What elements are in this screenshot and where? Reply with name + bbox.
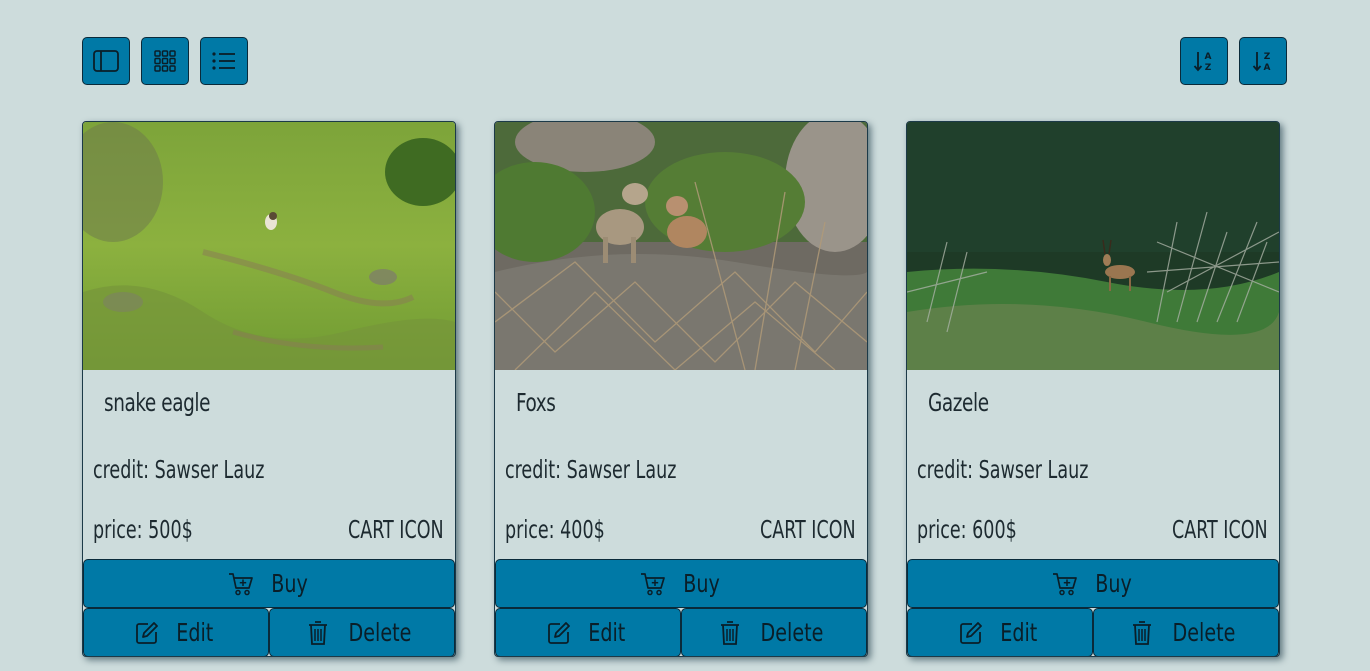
cart-add-icon: [228, 572, 253, 595]
card-title: Foxs: [516, 388, 556, 417]
product-card: snake eagle credit: Sawser Lauz price: 5…: [82, 121, 456, 657]
grid-view-button[interactable]: [141, 37, 189, 85]
view-toolbar: [82, 37, 248, 85]
svg-text:A: A: [1264, 63, 1271, 73]
cart-add-icon: [640, 572, 665, 595]
cart-add-icon: [1052, 572, 1077, 595]
trash-icon: [309, 620, 328, 645]
edit-button[interactable]: Edit: [495, 608, 681, 656]
buy-button[interactable]: Buy: [907, 559, 1279, 608]
sort-ascending-button[interactable]: A Z: [1180, 37, 1228, 85]
delete-button[interactable]: Delete: [269, 608, 455, 656]
delete-button[interactable]: Delete: [681, 608, 867, 656]
card-credit: credit: Sawser Lauz: [917, 455, 1089, 484]
sort-toolbar: A Z Z A: [1180, 37, 1287, 85]
svg-text:Z: Z: [1205, 63, 1212, 73]
grid-view-icon: [154, 50, 176, 72]
edit-label: Edit: [588, 618, 626, 647]
delete-button[interactable]: Delete: [1093, 608, 1279, 656]
delete-label: Delete: [348, 618, 412, 647]
sort-a-z-icon: A Z: [1193, 52, 1212, 73]
edit-icon: [136, 621, 159, 644]
list-view-icon: [212, 52, 235, 70]
edit-label: Edit: [1000, 618, 1038, 647]
cart-icon-label: CART ICON: [1172, 515, 1268, 544]
svg-text:A: A: [1205, 52, 1212, 62]
card-credit: credit: Sawser Lauz: [93, 455, 265, 484]
card-title: snake eagle: [104, 388, 211, 417]
sidebar-view-button[interactable]: [82, 37, 130, 85]
edit-label: Edit: [176, 618, 214, 647]
buy-label: Buy: [1094, 569, 1132, 598]
buy-label: Buy: [682, 569, 720, 598]
sidebar-layout-icon: [93, 50, 119, 72]
edit-icon: [960, 621, 983, 644]
edit-icon: [548, 621, 571, 644]
sort-descending-button[interactable]: Z A: [1239, 37, 1287, 85]
buy-button[interactable]: Buy: [83, 559, 455, 608]
card-price: price: 600$: [917, 515, 1017, 544]
trash-icon: [721, 620, 740, 645]
sort-z-a-icon: Z A: [1252, 52, 1271, 73]
cart-icon-label: CART ICON: [348, 515, 444, 544]
edit-button[interactable]: Edit: [907, 608, 1093, 656]
svg-text:Z: Z: [1264, 52, 1271, 62]
gazelle-image: [907, 122, 1279, 370]
cart-icon-label: CART ICON: [760, 515, 856, 544]
buy-label: Buy: [270, 569, 308, 598]
card-title: Gazele: [928, 388, 989, 417]
list-view-button[interactable]: [200, 37, 248, 85]
product-card: Gazele credit: Sawser Lauz price: 600$ C…: [906, 121, 1280, 657]
delete-label: Delete: [1172, 618, 1236, 647]
delete-label: Delete: [760, 618, 824, 647]
trash-icon: [1133, 620, 1152, 645]
foxes-image: [495, 122, 867, 370]
card-price: price: 500$: [93, 515, 193, 544]
snake-eagle-image: [83, 122, 455, 370]
card-price: price: 400$: [505, 515, 605, 544]
buy-button[interactable]: Buy: [495, 559, 867, 608]
edit-button[interactable]: Edit: [83, 608, 269, 656]
product-card: Foxs credit: Sawser Lauz price: 400$ CAR…: [494, 121, 868, 657]
card-credit: credit: Sawser Lauz: [505, 455, 677, 484]
